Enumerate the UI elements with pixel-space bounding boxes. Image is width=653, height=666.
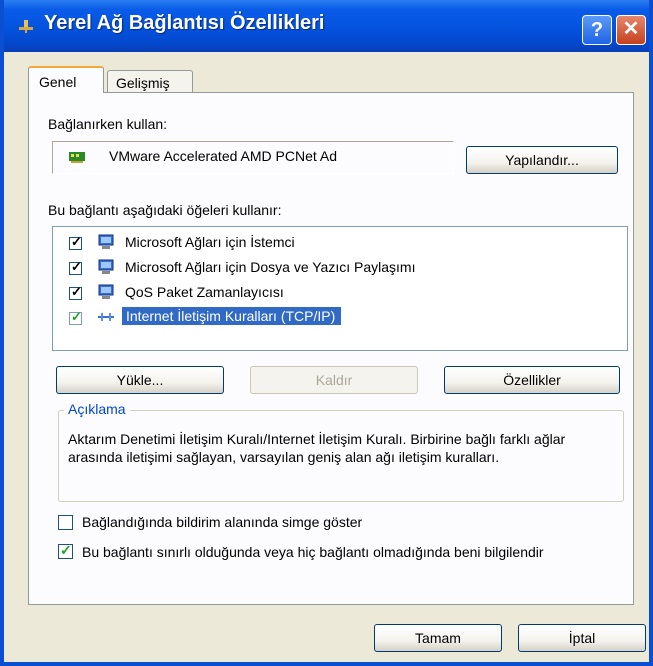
configure-button[interactable]: Yapılandır... — [466, 146, 618, 174]
list-item[interactable]: ✓ Microsoft Ağları için İstemci — [53, 231, 613, 255]
adapter-field: VMware Accelerated AMD PCNet Ad — [52, 141, 454, 174]
tab-genel[interactable]: Genel — [28, 66, 104, 93]
connect-using-label: Bağlanırken kullan: — [48, 116, 168, 132]
list-item-selected[interactable]: ✓ Internet İletişim Kuralları (TCP/IP) — [53, 306, 613, 330]
components-list[interactable]: ✓ Microsoft Ağları için İstemci ✓ Micros… — [52, 226, 628, 351]
notify-icon-label: Bağlandığında bildirim alanında simge gö… — [82, 514, 363, 530]
help-button[interactable]: ? — [582, 15, 612, 45]
properties-button[interactable]: Özellikler — [444, 366, 620, 394]
item-checkbox[interactable]: ✓ — [69, 234, 82, 250]
adapter-name: VMware Accelerated AMD PCNet Ad — [109, 148, 337, 164]
item-label: Internet İletişim Kuralları (TCP/IP) — [122, 307, 342, 325]
description-text: Aktarım Denetimi İletişim Kuralı/Interne… — [68, 431, 566, 465]
file-printer-sharing-icon — [98, 259, 114, 274]
network-connection-icon — [19, 20, 33, 33]
window-title: Yerel Ağ Bağlantısı Özellikleri — [44, 12, 325, 34]
notify-limited-checkbox[interactable]: ✓ — [58, 542, 73, 559]
network-adapter-icon — [69, 152, 85, 163]
ok-button[interactable]: Tamam — [374, 624, 502, 652]
qos-scheduler-icon — [98, 284, 114, 299]
title-bar[interactable]: Yerel Ağ Bağlantısı Özellikleri ? ✕ — [4, 0, 649, 52]
item-label: Microsoft Ağları için Dosya ve Yazıcı Pa… — [125, 259, 416, 275]
tab-gelismis[interactable]: Gelişmiş — [107, 70, 193, 93]
item-checkbox[interactable]: ✓ — [69, 284, 82, 300]
protocol-icon — [98, 313, 114, 321]
notify-icon-checkbox[interactable] — [58, 515, 73, 530]
list-item[interactable]: ✓ QoS Paket Zamanlayıcısı — [53, 281, 613, 305]
components-label: Bu bağlantı aşağıdaki öğeleri kullanır: — [48, 202, 282, 218]
network-client-icon — [98, 234, 114, 249]
uninstall-button[interactable]: Kaldır — [250, 366, 418, 394]
list-item[interactable]: ✓ Microsoft Ağları için Dosya ve Yazıcı … — [53, 256, 613, 280]
properties-dialog: Yerel Ağ Bağlantısı Özellikleri ? ✕ Gene… — [0, 0, 653, 666]
item-checkbox[interactable]: ✓ — [69, 259, 82, 275]
install-button[interactable]: Yükle... — [56, 366, 224, 394]
cancel-button[interactable]: İptal — [518, 624, 646, 652]
close-button[interactable]: ✕ — [616, 15, 646, 45]
item-label: QoS Paket Zamanlayıcısı — [125, 284, 284, 300]
item-label: Microsoft Ağları için İstemci — [125, 234, 295, 250]
item-checkbox[interactable]: ✓ — [69, 309, 82, 325]
description-title: Açıklama — [64, 401, 130, 417]
notify-limited-label: Bu bağlantı sınırlı olduğunda veya hiç b… — [82, 544, 544, 560]
